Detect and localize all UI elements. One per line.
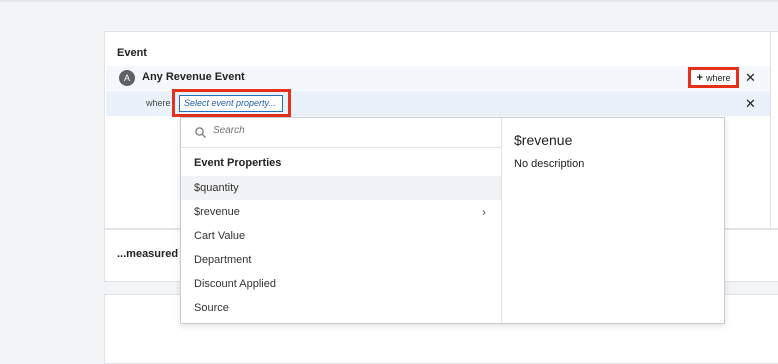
add-where-label: where xyxy=(705,72,731,83)
close-icon[interactable]: ✕ xyxy=(745,70,756,86)
option-department[interactable]: Department xyxy=(181,248,501,272)
option-quantity[interactable]: $quantity xyxy=(181,176,501,200)
option-label: $quantity xyxy=(194,182,239,194)
divider xyxy=(181,147,501,148)
option-cart-value[interactable]: Cart Value xyxy=(181,224,501,248)
chevron-right-icon: › xyxy=(482,205,486,219)
property-select[interactable]: Select event property... xyxy=(179,95,283,112)
option-label: Source xyxy=(194,302,229,314)
event-name[interactable]: Any Revenue Event xyxy=(142,71,245,83)
option-label: Cart Value xyxy=(194,230,246,242)
group-label: Event Properties xyxy=(194,157,282,169)
where-label: where xyxy=(146,98,171,108)
divider xyxy=(501,118,502,323)
detail-description: No description xyxy=(514,158,585,170)
event-badge: A xyxy=(119,70,135,86)
option-label: $revenue xyxy=(194,206,240,218)
property-dropdown: Event Properties $quantity $revenue › Ca… xyxy=(180,117,725,324)
event-section-title: Event xyxy=(117,47,147,59)
measured-section-title: ...measured xyxy=(117,248,179,260)
search-icon xyxy=(195,127,206,138)
search-input[interactable] xyxy=(213,125,493,136)
option-label: Discount Applied xyxy=(194,278,276,290)
add-where-button[interactable]: + where xyxy=(688,67,739,88)
option-label: Department xyxy=(194,254,252,266)
card-edge xyxy=(770,31,771,229)
option-discount-applied[interactable]: Discount Applied xyxy=(181,272,501,296)
detail-title: $revenue xyxy=(514,132,573,148)
top-border xyxy=(0,0,778,2)
close-icon[interactable]: ✕ xyxy=(745,96,756,112)
plus-icon: + xyxy=(696,71,703,84)
option-revenue[interactable]: $revenue › xyxy=(181,200,501,224)
option-source[interactable]: Source xyxy=(181,296,501,320)
